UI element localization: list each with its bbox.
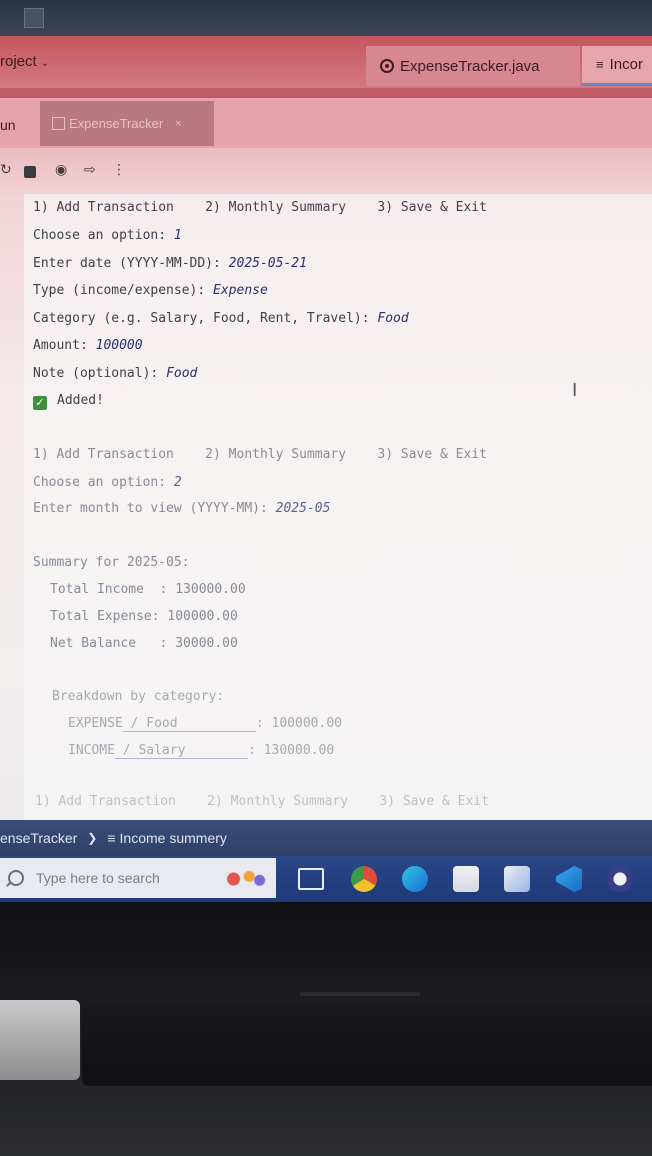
breadcrumb-item[interactable]: enseTracker: [0, 830, 77, 846]
total-expense-line: Total Expense: 100000.00: [50, 609, 238, 624]
choose-line: Choose an option: 2: [33, 475, 182, 490]
run-toolbar: ↻ ◉ ⇨ ⋮: [0, 150, 652, 194]
windows-taskbar: Type here to search: [0, 856, 652, 902]
tab-label: Incor: [609, 56, 643, 73]
text-file-icon: ≡: [596, 57, 604, 72]
text-cursor-icon: I: [572, 380, 578, 401]
run-tool-window-header: un ExpenseTracker ×: [0, 98, 652, 148]
menu-line-cutoff: 1) Add Transaction 2) Monthly Summary 3)…: [35, 794, 489, 809]
ide-header: roject ⌄ ExpenseTracker.java ≡ Incor: [0, 36, 652, 88]
vscode-icon[interactable]: [556, 866, 582, 892]
window-icon: [24, 8, 44, 28]
breakdown-row: EXPENSE / Food : 100000.00: [68, 716, 342, 732]
rerun-icon[interactable]: ↻: [0, 162, 12, 178]
type-line: Type (income/expense): Expense: [33, 283, 268, 298]
stop-icon[interactable]: [24, 166, 36, 178]
category-line: Category (e.g. Salary, Food, Rent, Trave…: [33, 311, 409, 326]
date-line: Enter date (YYYY-MM-DD): 2025-05-21: [33, 256, 307, 271]
search-placeholder: Type here to search: [36, 870, 160, 886]
breakdown-row: INCOME / Salary : 130000.00: [68, 743, 335, 759]
onedrive-icon[interactable]: [504, 866, 530, 892]
project-dropdown[interactable]: roject ⌄: [0, 53, 49, 70]
run-config-tab[interactable]: ExpenseTracker ×: [40, 101, 214, 146]
tab-expense-tracker-java[interactable]: ExpenseTracker.java: [366, 46, 580, 86]
task-view-icon[interactable]: [298, 868, 324, 890]
tab-income[interactable]: ≡ Incor: [582, 46, 652, 86]
laptop-hinge: [82, 1006, 652, 1086]
choose-line: Choose an option: 1: [33, 228, 182, 243]
exit-icon[interactable]: ⇨: [84, 162, 96, 178]
close-icon[interactable]: ×: [175, 118, 181, 130]
net-balance-line: Net Balance : 30000.00: [50, 636, 238, 651]
taskbar-search-box[interactable]: Type here to search: [0, 858, 276, 898]
more-options-icon[interactable]: ⋮: [112, 162, 126, 178]
breadcrumb-item[interactable]: Income summery: [120, 830, 227, 846]
total-income-line: Total Income : 130000.00: [50, 582, 246, 597]
edge-icon[interactable]: [402, 866, 428, 892]
title-bar: [0, 0, 652, 36]
search-icon: [8, 870, 24, 886]
menu-line: 1) Add Transaction 2) Monthly Summary 3)…: [33, 447, 487, 462]
chevron-right-icon: ❯: [87, 831, 98, 845]
amount-line: Amount: 100000: [33, 338, 143, 353]
text-file-icon: ≡: [107, 830, 116, 846]
camera-icon[interactable]: ◉: [55, 162, 67, 178]
project-label: roject: [0, 53, 37, 70]
eclipse-icon[interactable]: [607, 866, 633, 892]
console-output[interactable]: 1) Add Transaction 2) Monthly Summary 3)…: [24, 194, 652, 820]
run-tab-label: ExpenseTracker: [69, 116, 164, 131]
breakdown-header: Breakdown by category:: [52, 689, 225, 704]
search-highlight-icon: [218, 866, 270, 892]
bezel-edge: [300, 992, 420, 996]
menu-line: 1) Add Transaction 2) Monthly Summary 3)…: [33, 200, 487, 215]
check-icon: ✓: [33, 396, 47, 410]
header-divider: [0, 88, 652, 98]
chrome-icon[interactable]: [351, 866, 377, 892]
summary-header: Summary for 2025-05:: [33, 555, 190, 570]
store-icon[interactable]: [453, 866, 479, 892]
note-line: Note (optional): Food: [33, 366, 198, 381]
month-line: Enter month to view (YYYY-MM): 2025-05: [33, 501, 331, 516]
chevron-down-icon: ⌄: [40, 58, 50, 69]
laptop-hinge-left: [0, 1000, 80, 1080]
added-line: ✓ Added!: [33, 393, 104, 410]
java-class-icon: [380, 59, 394, 73]
console-icon: [52, 117, 65, 130]
tab-label: ExpenseTracker.java: [400, 57, 540, 75]
breadcrumb: enseTracker ❯ ≡ Income summery: [0, 820, 652, 856]
run-label: un: [0, 117, 16, 133]
monitor-screen: roject ⌄ ExpenseTracker.java ≡ Incor un E…: [0, 0, 652, 905]
